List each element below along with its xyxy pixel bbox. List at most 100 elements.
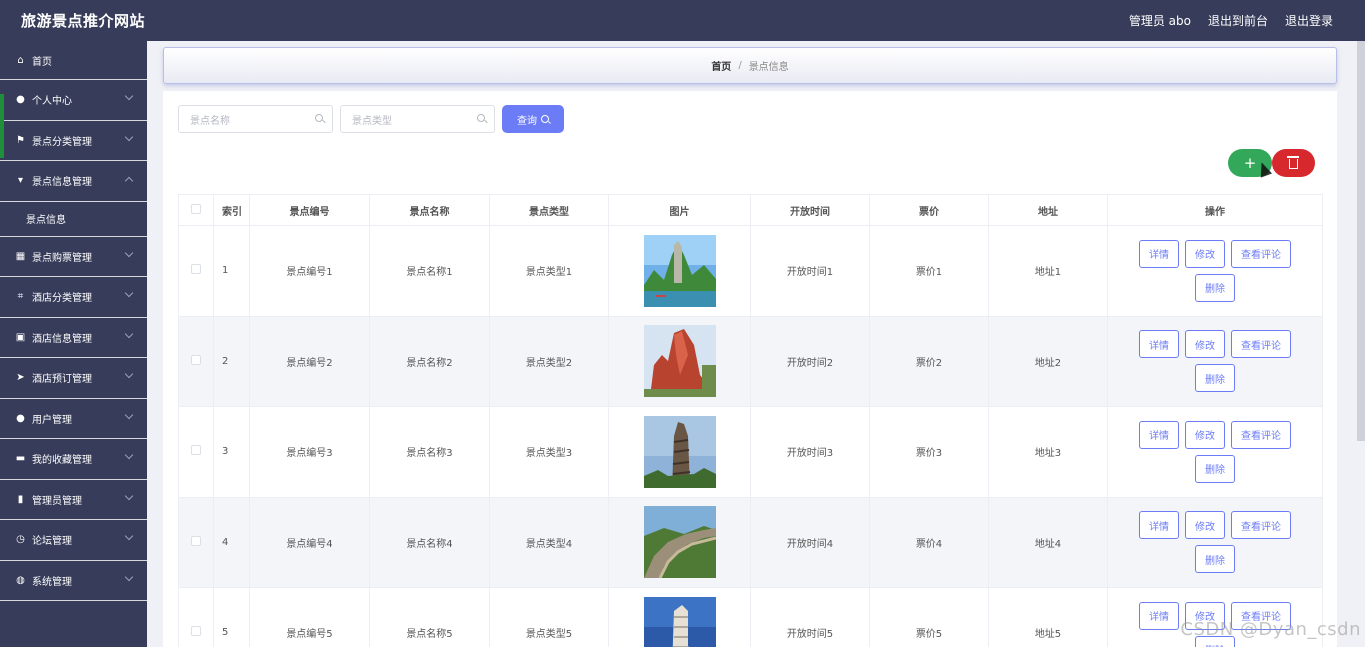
sidebar-item-admins[interactable]: ▮ 管理员管理 [0,480,147,520]
column-header: 景点名称 [369,194,490,226]
code-cell: 景点编号2 [249,315,370,407]
sidebar-item-hotel-info[interactable]: ▣ 酒店信息管理 [0,318,147,358]
back-to-front-link[interactable]: 退出到前台 [1208,12,1268,29]
index-cell: 4 [213,496,250,588]
sidebar-item-users[interactable]: ● 用户管理 [0,399,147,439]
detail-button[interactable]: 详情 [1139,420,1179,449]
delete-button[interactable]: 删除 [1195,364,1235,393]
view-comments-button[interactable]: 查看评论 [1231,239,1291,268]
image-cell [608,496,751,588]
row-checkbox[interactable] [191,535,201,546]
select-all-checkbox[interactable] [191,203,201,214]
view-comments-button[interactable]: 查看评论 [1231,420,1291,449]
chevron-down-icon [124,329,134,338]
chart-icon: ▮ [17,493,24,505]
table-row: 2 景点编号2 景点名称2 景点类型2 开放时间2 票价2 地址2 详情 修改 [178,315,1323,407]
row-checkbox[interactable] [191,264,201,275]
detail-button[interactable]: 详情 [1139,511,1179,540]
search-icon [477,114,485,122]
sidebar-item-label: 个人中心 [32,96,72,108]
user-icon: ● [16,94,25,106]
globe-icon: ◍ [16,574,25,586]
sidebar-item-scenic-category[interactable]: ⚑ 景点分类管理 [0,121,147,161]
crop-icon: ⌗ [17,291,24,303]
detail-button[interactable]: 详情 [1139,239,1179,268]
chevron-down-icon [124,491,134,500]
name-cell: 景点名称4 [369,496,490,588]
query-button[interactable]: 查询 [502,105,564,133]
scenic-photo[interactable] [643,325,716,398]
column-header: 地址 [988,194,1108,226]
index-cell: 2 [213,315,250,407]
sidebar-item-label: 论坛管理 [32,536,72,548]
actions-cell: 详情 修改 查看评论 删除 [1107,225,1323,317]
column-header: 图片 [608,194,751,226]
batch-delete-button[interactable] [1272,149,1315,177]
price-cell: 票价1 [869,225,989,317]
view-comments-button[interactable]: 查看评论 [1231,330,1291,359]
row-checkbox-cell [178,496,214,588]
type-cell: 景点类型3 [489,406,609,498]
sidebar-item-label: 景点购票管理 [32,252,92,264]
edit-button[interactable]: 修改 [1185,239,1225,268]
logout-link[interactable]: 退出登录 [1285,12,1333,29]
table-row: 5 景点编号5 景点名称5 景点类型5 开放时间5 票价5 地址5 详情 修改 … [178,587,1323,647]
page-scrollbar[interactable] [1357,41,1365,441]
query-label: 查询 [517,115,537,127]
open-time-cell: 开放时间4 [750,496,870,588]
delete-button[interactable]: 删除 [1195,273,1235,302]
type-search-placeholder: 景点类型 [352,115,392,127]
active-indicator [0,94,4,158]
address-cell: 地址3 [988,406,1108,498]
edit-button[interactable]: 修改 [1185,420,1225,449]
scenic-photo[interactable] [643,415,716,488]
scenic-photo[interactable] [643,234,716,307]
scenic-photo[interactable] [643,506,716,579]
sidebar-item-system[interactable]: ◍ 系统管理 [0,561,147,601]
sidebar-subitem-scenic-info[interactable]: 景点信息 [0,201,147,237]
column-header: 景点类型 [489,194,609,226]
chevron-down-icon [124,288,134,298]
breadcrumb-home[interactable]: 首页 [711,58,731,73]
sidebar-item-forum[interactable]: ◷ 论坛管理 [0,520,147,561]
sidebar-item-scenic-info[interactable]: ▾ 景点信息管理 [0,161,147,202]
chevron-down-icon [124,132,134,141]
send-icon: ➤ [16,372,25,384]
sidebar-item-label: 酒店信息管理 [32,333,92,345]
edit-button[interactable]: 修改 [1185,330,1225,359]
row-checkbox-cell [178,225,214,317]
delete-button[interactable]: 删除 [1195,545,1235,574]
address-cell: 地址4 [988,496,1108,588]
delete-button[interactable]: 删除 [1195,454,1235,483]
detail-button[interactable]: 详情 [1139,330,1179,359]
name-cell: 景点名称3 [369,406,490,498]
edit-button[interactable]: 修改 [1185,511,1225,540]
sidebar-item-hotel-category[interactable]: ⌗ 酒店分类管理 [0,277,147,318]
column-header: 开放时间 [750,194,870,226]
sidebar-item-ticket[interactable]: ▦ 景点购票管理 [0,237,147,277]
table-row: 4 景点编号4 景点名称4 景点类型4 开放时间4 票价4 地址4 详情 修改 … [178,496,1323,588]
view-comments-button[interactable]: 查看评论 [1231,511,1291,540]
sidebar-item-profile[interactable]: ● 个人中心 [0,80,147,121]
row-checkbox[interactable] [191,626,201,637]
type-search-input[interactable]: 景点类型 [340,105,495,133]
sidebar-item-favorites[interactable]: ▬ 我的收藏管理 [0,439,147,480]
top-bar: 旅游景点推介网站 管理员 abo 退出到前台 退出登录 [0,0,1365,41]
sidebar-item-home[interactable]: ⌂ 首页 [0,41,147,80]
grid-icon: ▦ [15,250,26,262]
name-cell: 景点名称1 [369,225,490,317]
detail-button[interactable]: 详情 [1139,601,1179,630]
select-all-cell [178,194,214,226]
row-checkbox[interactable] [191,445,201,456]
name-search-input[interactable]: 景点名称 [178,105,333,133]
sidebar: ⌂ 首页 ● 个人中心 ⚑ 景点分类管理 ▾ 景点信息管理 景点信息 ▦ 景点购… [0,41,147,647]
search-icon [541,115,549,123]
scenic-photo[interactable] [643,596,716,647]
column-header: 景点编号 [249,194,370,226]
sidebar-item-label: 管理员管理 [32,495,82,507]
chevron-down-icon [124,450,134,460]
row-checkbox[interactable] [191,354,201,365]
trash-icon [1287,156,1299,169]
sidebar-item-hotel-booking[interactable]: ➤ 酒店预订管理 [0,358,147,399]
index-cell: 1 [213,225,250,317]
